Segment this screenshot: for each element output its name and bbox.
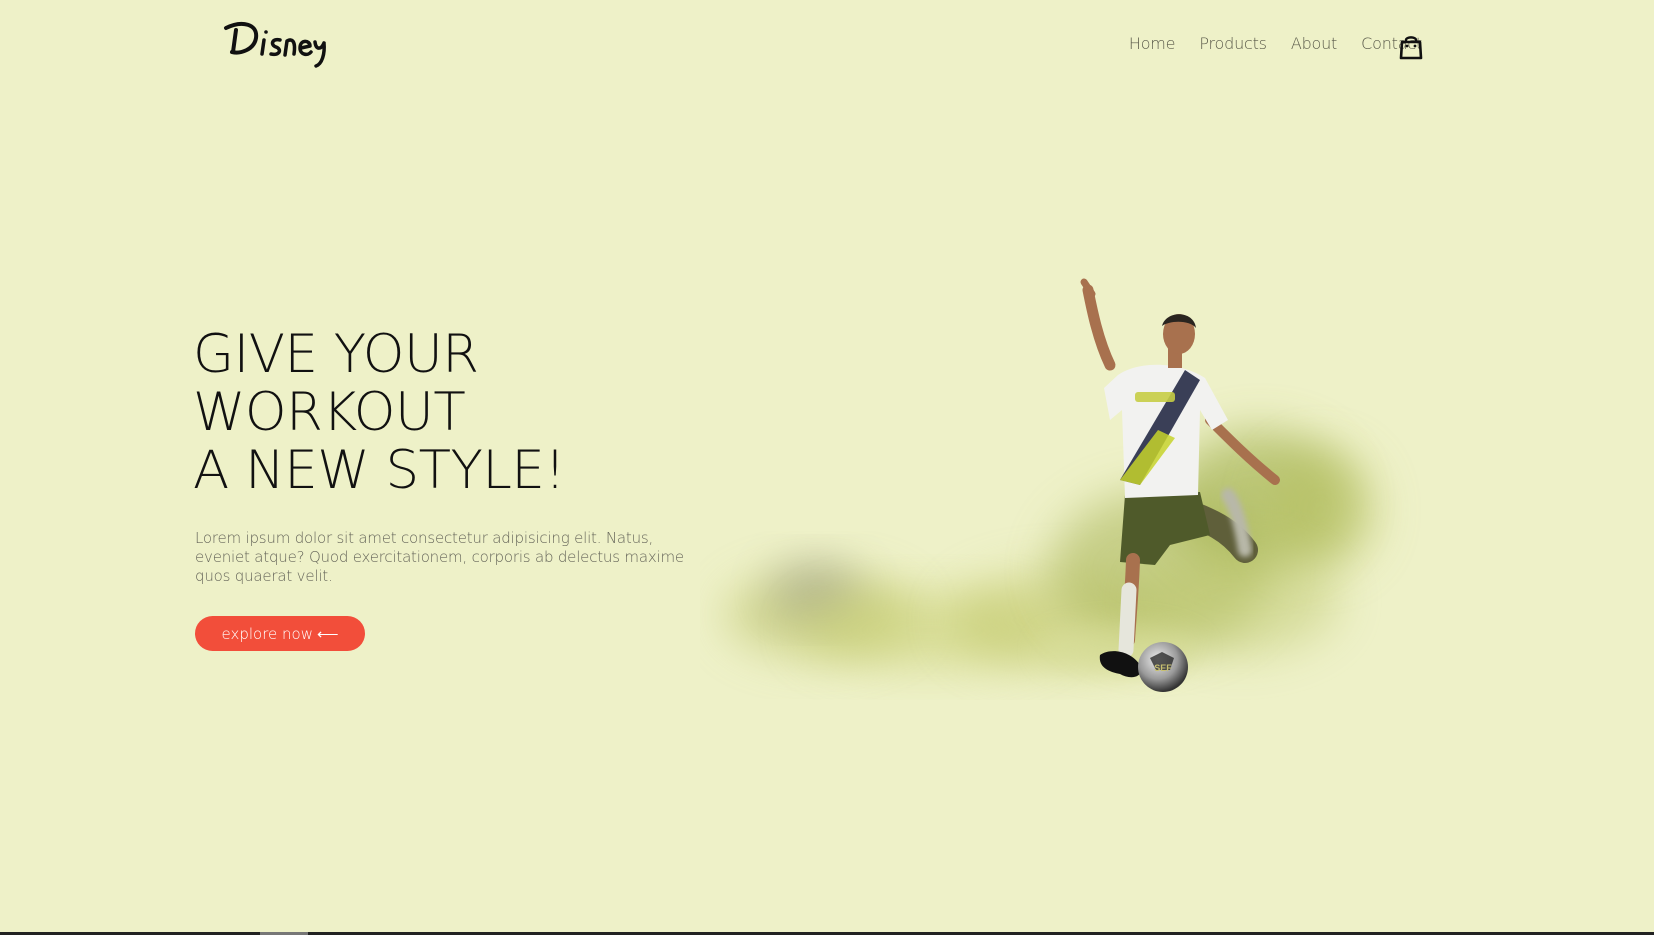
disney-logo-mark <box>224 21 326 68</box>
hero-title-line-3: A NEW STYLE! <box>193 440 566 501</box>
hero-title-line-2: WORKOUT <box>193 382 466 443</box>
page: Home Products About Contact GIVE YOUR WO… <box>0 0 1654 932</box>
hero-image: SEF <box>700 270 1440 700</box>
hero-title-line-1: GIVE YOUR <box>193 324 479 385</box>
hero-title: GIVE YOUR WORKOUT A NEW STYLE! <box>193 324 566 501</box>
disney-logo[interactable] <box>222 14 334 70</box>
nav-home[interactable]: Home <box>1129 34 1176 53</box>
explore-now-label: explore now <box>221 624 313 643</box>
nav-products[interactable]: Products <box>1199 34 1267 53</box>
shopping-bag-icon[interactable] <box>1399 34 1423 60</box>
nav-about[interactable]: About <box>1291 34 1338 53</box>
ball-text: SEF <box>1154 663 1172 673</box>
hero-description: Lorem ipsum dolor sit amet consectetur a… <box>195 529 684 585</box>
explore-now-button[interactable]: explore now ⟵ <box>195 616 365 651</box>
soccer-player-illustration: SEF <box>725 278 1375 692</box>
dust-cloud <box>725 430 1375 675</box>
arrow-left-icon: ⟵ <box>316 624 339 643</box>
main-nav: Home Products About Contact <box>1129 34 1422 53</box>
